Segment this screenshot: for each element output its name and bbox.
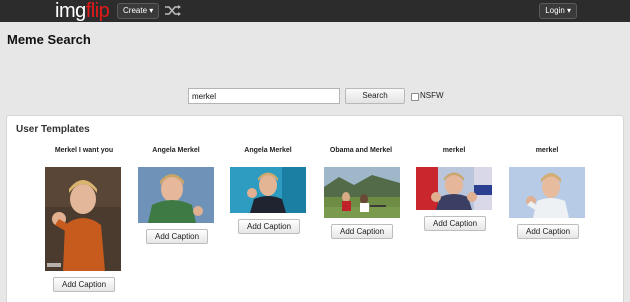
- template-thumbnail[interactable]: [230, 167, 306, 213]
- page-title: Meme Search: [7, 32, 91, 47]
- template-name[interactable]: merkel: [409, 147, 499, 154]
- template-thumbnail[interactable]: [138, 167, 214, 223]
- add-caption-button[interactable]: Add Caption: [424, 216, 486, 231]
- add-caption-button[interactable]: Add Caption: [238, 219, 300, 234]
- add-caption-button[interactable]: Add Caption: [146, 229, 208, 244]
- template-name[interactable]: Merkel I want you: [39, 147, 129, 154]
- search-input[interactable]: [188, 88, 340, 104]
- add-caption-button[interactable]: Add Caption: [517, 224, 579, 239]
- login-menu-button[interactable]: Login ▾: [539, 3, 577, 19]
- template-thumbnail[interactable]: [416, 167, 492, 210]
- template-name[interactable]: merkel: [502, 147, 592, 154]
- logo-text-img: img: [55, 0, 86, 22]
- section-title: User Templates: [16, 124, 90, 135]
- shuffle-icon[interactable]: [164, 4, 182, 17]
- template-name[interactable]: Angela Merkel: [223, 147, 313, 154]
- nsfw-checkbox[interactable]: [411, 93, 419, 101]
- search-button[interactable]: Search: [345, 88, 405, 104]
- create-menu-button[interactable]: Create ▾: [117, 3, 160, 19]
- template-thumbnail[interactable]: [509, 167, 585, 218]
- template-thumbnail[interactable]: [324, 167, 400, 218]
- template-name[interactable]: Obama and Merkel: [316, 147, 406, 154]
- add-caption-button[interactable]: Add Caption: [331, 224, 393, 239]
- template-name[interactable]: Angela Merkel: [131, 147, 221, 154]
- nsfw-label: NSFW: [420, 91, 444, 100]
- logo-text-flip: flip: [85, 0, 110, 22]
- imgflip-logo[interactable]: imgflip: [55, 0, 110, 22]
- add-caption-button[interactable]: Add Caption: [53, 277, 115, 292]
- template-thumbnail[interactable]: [45, 167, 121, 271]
